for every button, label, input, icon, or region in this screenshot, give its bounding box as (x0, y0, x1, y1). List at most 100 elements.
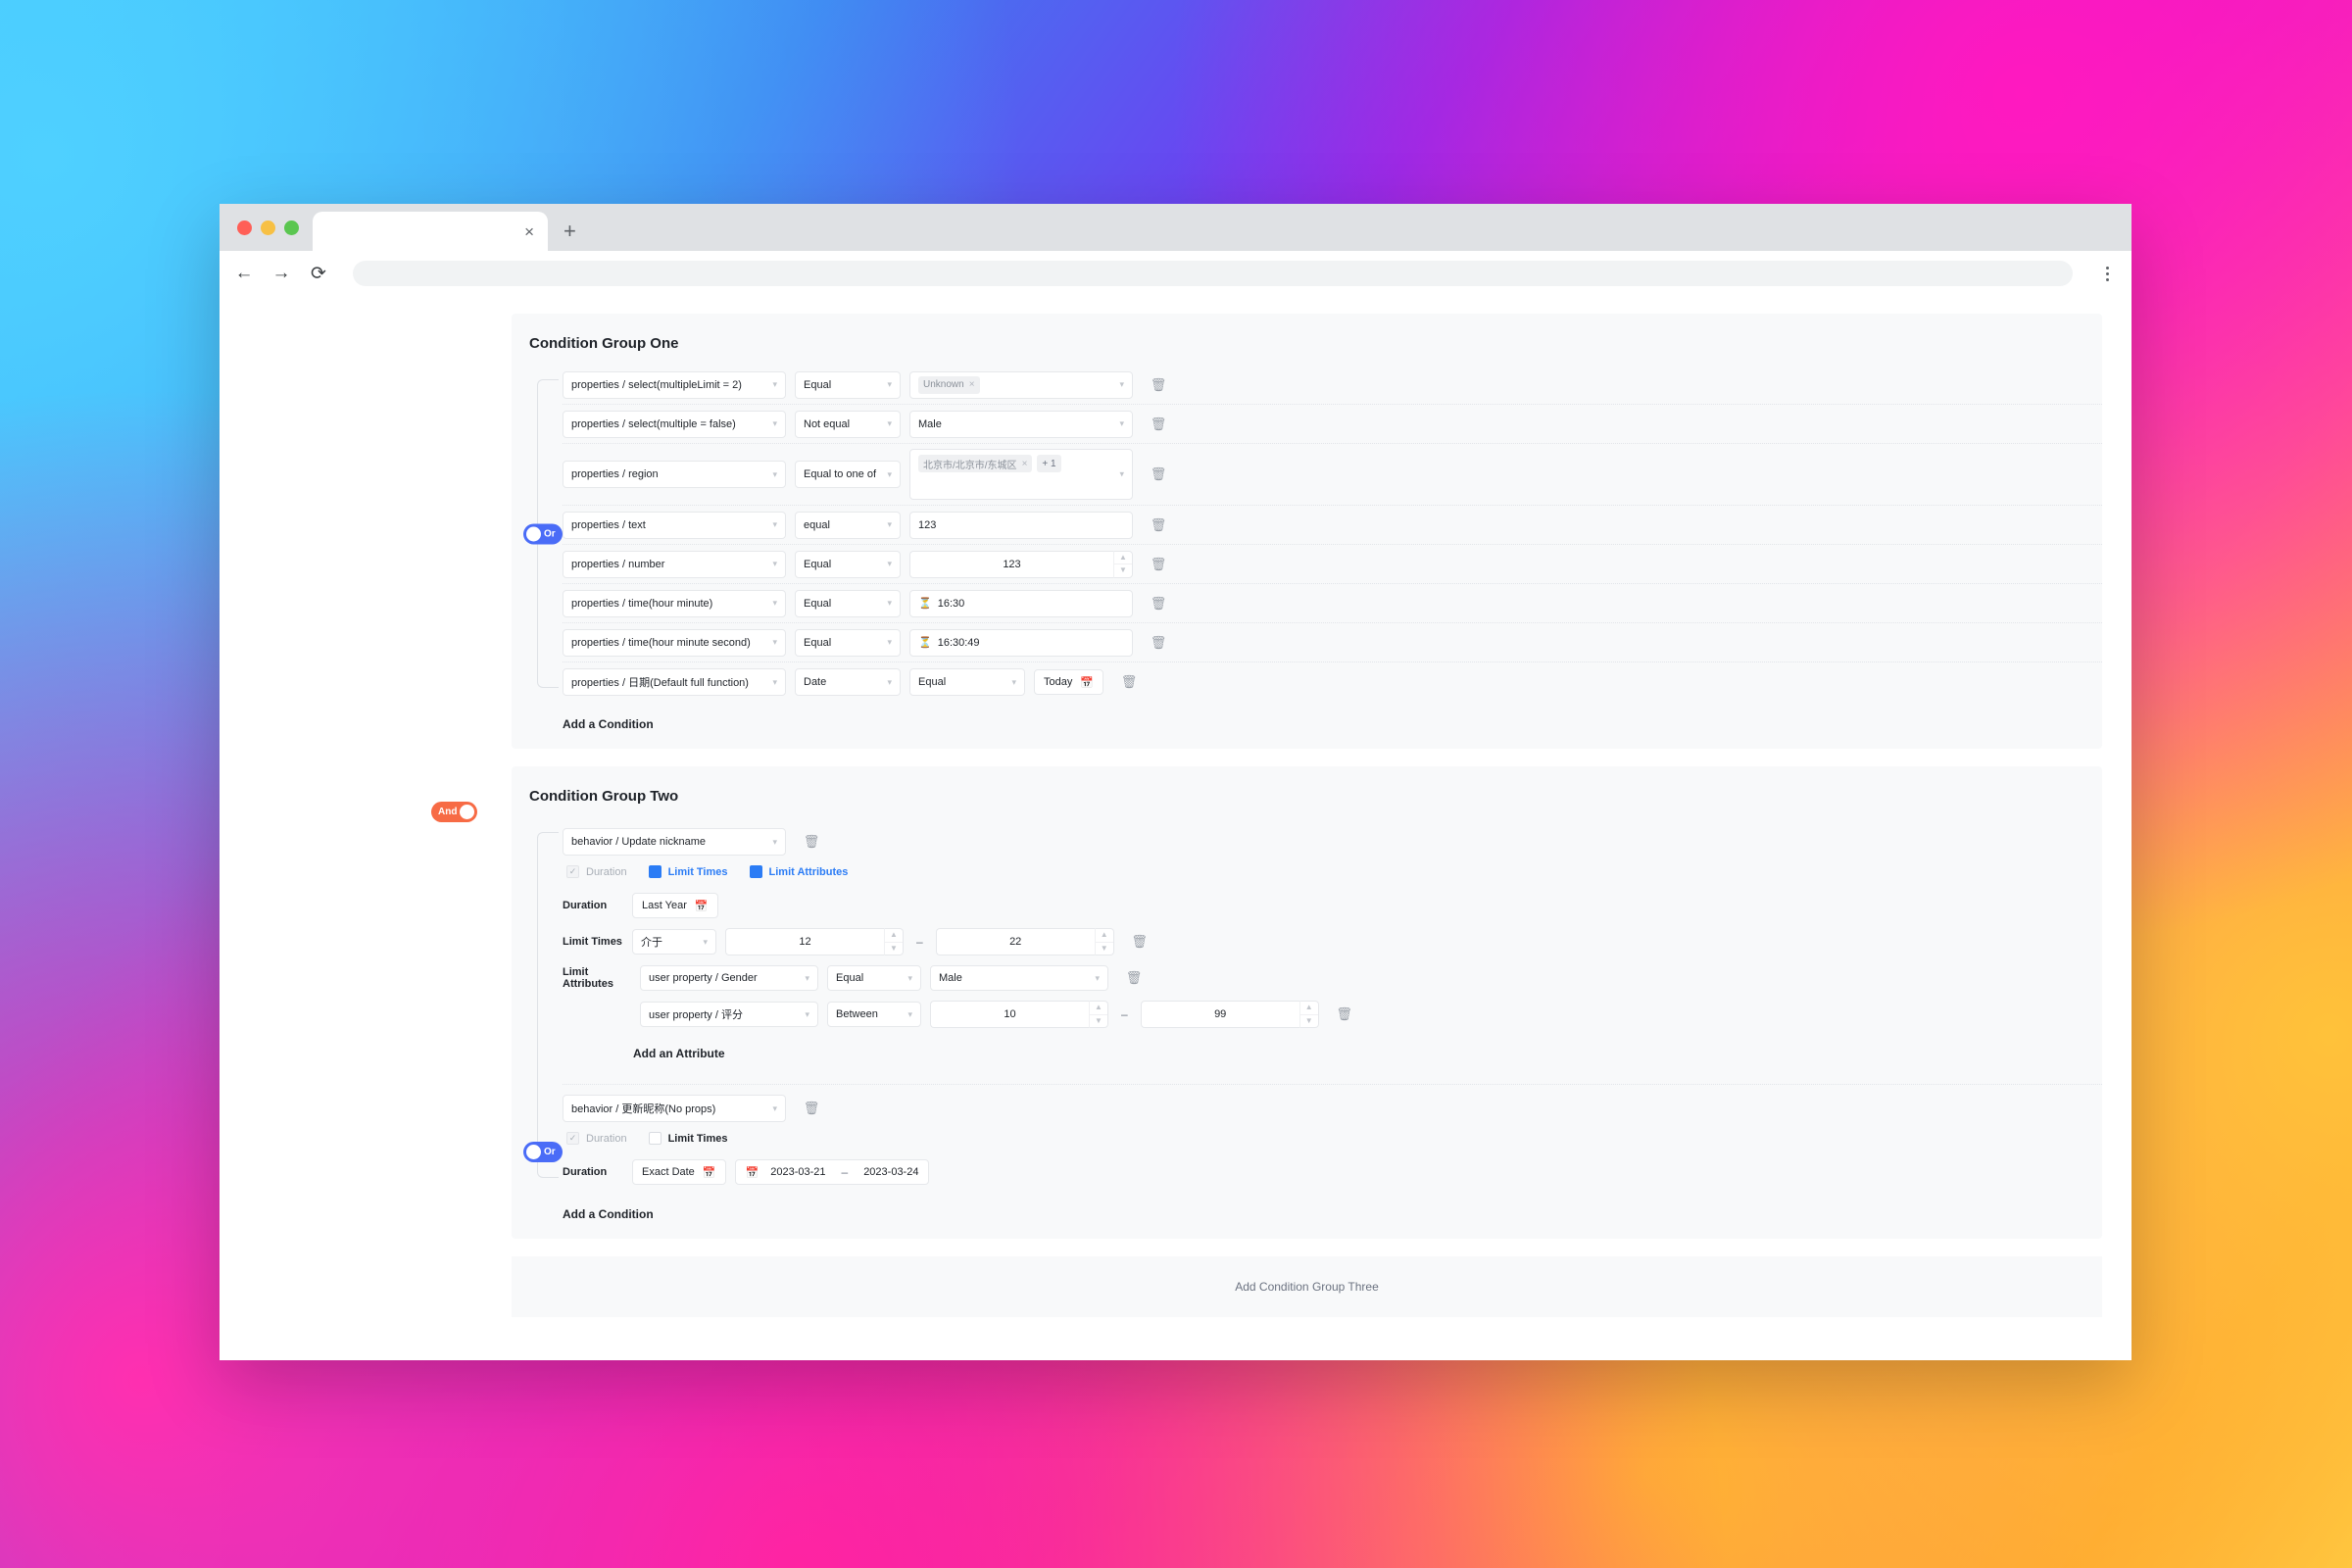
browser-menu-icon[interactable] (2096, 266, 2118, 281)
stepper-down-icon[interactable]: ▼ (885, 943, 903, 956)
value-chip[interactable]: 北京市/北京市/东城区 × (918, 455, 1033, 472)
overflow-chip[interactable]: + 1 (1037, 455, 1061, 472)
delete-row-icon[interactable]: 🗑 (1148, 416, 1169, 432)
property-select[interactable]: properties / select(multipleLimit = 2) ▾ (563, 370, 786, 399)
checkbox-limit-times[interactable]: ✓ Limit Times (648, 865, 728, 878)
delete-behavior-icon[interactable]: 🗑 (801, 834, 822, 850)
property-select[interactable]: properties / select(multiple = false) ▾ (563, 410, 786, 438)
operator-select[interactable]: Not equal ▾ (795, 410, 901, 438)
attribute-value-select[interactable]: Male ▾ (930, 965, 1108, 991)
add-condition-link-group-one[interactable]: Add a Condition (512, 702, 2102, 749)
delete-row-icon[interactable]: 🗑 (1118, 674, 1140, 690)
stepper-buttons[interactable]: ▲ ▼ (1298, 1001, 1319, 1028)
operator-select[interactable]: Equal ▾ (795, 370, 901, 399)
property-select[interactable]: properties / number ▾ (563, 550, 786, 578)
limit-times-from-input[interactable]: 12 (725, 928, 884, 956)
operator-select-secondary[interactable]: Equal ▾ (909, 668, 1025, 696)
value-select[interactable]: Male ▾ (909, 410, 1133, 438)
checkbox-limit-times[interactable]: Limit Times (648, 1132, 728, 1145)
operator-select[interactable]: Equal ▾ (795, 628, 901, 657)
stepper-up-icon[interactable]: ▲ (1114, 552, 1132, 564)
limit-times-to-stepper[interactable]: 22 ▲ ▼ (935, 928, 1114, 956)
delete-row-icon[interactable]: 🗑 (1148, 466, 1169, 482)
group-logic-toggle-and[interactable]: And (431, 802, 478, 822)
stepper-buttons[interactable]: ▲ ▼ (884, 928, 904, 956)
delete-attribute-icon[interactable]: 🗑 (1123, 970, 1145, 986)
property-select[interactable]: properties / 日期(Default full function) ▾ (563, 668, 786, 696)
attribute-from-input[interactable]: 10 (930, 1001, 1089, 1028)
time-input[interactable]: ⏳ 16:30 (909, 589, 1133, 617)
add-condition-link-group-two[interactable]: Add a Condition (512, 1192, 2102, 1239)
minimize-window-button[interactable] (261, 220, 275, 235)
delete-limit-times-icon[interactable]: 🗑 (1129, 934, 1151, 950)
address-bar[interactable] (353, 261, 2073, 286)
stepper-down-icon[interactable]: ▼ (1096, 943, 1113, 956)
operator-select[interactable]: Equal ▾ (795, 589, 901, 617)
attribute-property-select[interactable]: user property / Gender ▾ (640, 965, 818, 991)
checkbox-duration[interactable]: ✓ Duration (566, 1132, 627, 1145)
operator-select[interactable]: Equal to one of ▾ (795, 461, 901, 488)
duration-mode-button[interactable]: Exact Date 📅 (632, 1159, 726, 1185)
add-attribute-link[interactable]: Add an Attribute (563, 1033, 2102, 1076)
attribute-from-stepper[interactable]: 10 ▲ ▼ (930, 1001, 1108, 1028)
value-multiselect[interactable]: Unknown × ▾ (909, 370, 1133, 399)
delete-attribute-icon[interactable]: 🗑 (1334, 1006, 1355, 1022)
delete-row-icon[interactable]: 🗑 (1148, 517, 1169, 533)
close-window-button[interactable] (237, 220, 252, 235)
forward-icon[interactable]: → (270, 263, 292, 284)
attribute-to-stepper[interactable]: 99 ▲ ▼ (1140, 1001, 1319, 1028)
property-select[interactable]: properties / time(hour minute) ▾ (563, 589, 786, 617)
stepper-down-icon[interactable]: ▼ (1300, 1015, 1318, 1028)
logic-toggle-or[interactable]: Or (523, 1142, 563, 1162)
browser-tab[interactable]: × (313, 212, 548, 251)
stepper-up-icon[interactable]: ▲ (1090, 1002, 1107, 1015)
add-condition-group-footer[interactable]: Add Condition Group Three (512, 1256, 2102, 1317)
region-multiselect[interactable]: 北京市/北京市/东城区 × + 1 ▾ (909, 449, 1133, 500)
back-icon[interactable]: ← (233, 263, 255, 284)
date-range-picker[interactable]: 📅 2023-03-21 – 2023-03-24 (734, 1159, 930, 1185)
attribute-property-select[interactable]: user property / 评分 ▾ (640, 1002, 818, 1027)
stepper-down-icon[interactable]: ▼ (1114, 564, 1132, 577)
delete-behavior-icon[interactable]: 🗑 (801, 1101, 822, 1116)
maximize-window-button[interactable] (284, 220, 299, 235)
stepper-buttons[interactable]: ▲ ▼ (1113, 550, 1133, 578)
number-input[interactable]: 123 (909, 550, 1113, 578)
stepper-up-icon[interactable]: ▲ (1299, 1002, 1318, 1015)
property-select[interactable]: properties / region ▾ (563, 461, 786, 488)
operator-select[interactable]: Date ▾ (795, 668, 901, 696)
operator-select[interactable]: equal ▾ (795, 511, 901, 539)
operator-select[interactable]: Equal ▾ (795, 550, 901, 578)
behavior-select[interactable]: behavior / 更新昵称(No props) ▾ (563, 1095, 786, 1122)
attribute-operator-select[interactable]: Between ▾ (827, 1002, 921, 1027)
checkbox-limit-attributes[interactable]: ✓ Limit Attributes (749, 865, 848, 878)
limit-times-operator-select[interactable]: 介于 ▾ (632, 929, 716, 955)
checkbox-duration[interactable]: ✓ Duration (566, 865, 627, 878)
delete-row-icon[interactable]: 🗑 (1148, 557, 1169, 572)
number-stepper[interactable]: 123 ▲ ▼ (909, 550, 1133, 578)
behavior-select[interactable]: behavior / Update nickname ▾ (563, 828, 786, 856)
delete-row-icon[interactable]: 🗑 (1148, 596, 1169, 612)
stepper-up-icon[interactable]: ▲ (885, 929, 903, 943)
new-tab-icon[interactable]: + (548, 220, 592, 242)
close-tab-icon[interactable]: × (520, 223, 538, 240)
stepper-up-icon[interactable]: ▲ (1095, 929, 1113, 943)
chip-remove-icon[interactable]: × (1022, 459, 1028, 469)
property-select[interactable]: properties / text ▾ (563, 511, 786, 539)
logic-toggle-or[interactable]: Or (523, 523, 563, 544)
limit-times-to-input[interactable]: 22 (935, 928, 1095, 956)
delete-row-icon[interactable]: 🗑 (1148, 377, 1169, 393)
attribute-to-input[interactable]: 99 (1140, 1001, 1299, 1028)
value-chip[interactable]: Unknown × (918, 375, 980, 394)
stepper-buttons[interactable]: ▲ ▼ (1089, 1001, 1108, 1028)
delete-row-icon[interactable]: 🗑 (1148, 635, 1169, 651)
limit-times-from-stepper[interactable]: 12 ▲ ▼ (725, 928, 904, 956)
attribute-operator-select[interactable]: Equal ▾ (827, 965, 921, 991)
stepper-down-icon[interactable]: ▼ (1090, 1015, 1107, 1028)
reload-icon[interactable]: ⟳ (308, 263, 329, 284)
date-picker-button[interactable]: Today 📅 (1034, 669, 1104, 695)
duration-picker-button[interactable]: Last Year 📅 (632, 893, 718, 918)
value-text-input[interactable]: 123 (909, 511, 1133, 539)
time-input[interactable]: ⏳ 16:30:49 (909, 628, 1133, 657)
chip-remove-icon[interactable]: × (969, 379, 975, 390)
stepper-buttons[interactable]: ▲ ▼ (1094, 928, 1114, 956)
